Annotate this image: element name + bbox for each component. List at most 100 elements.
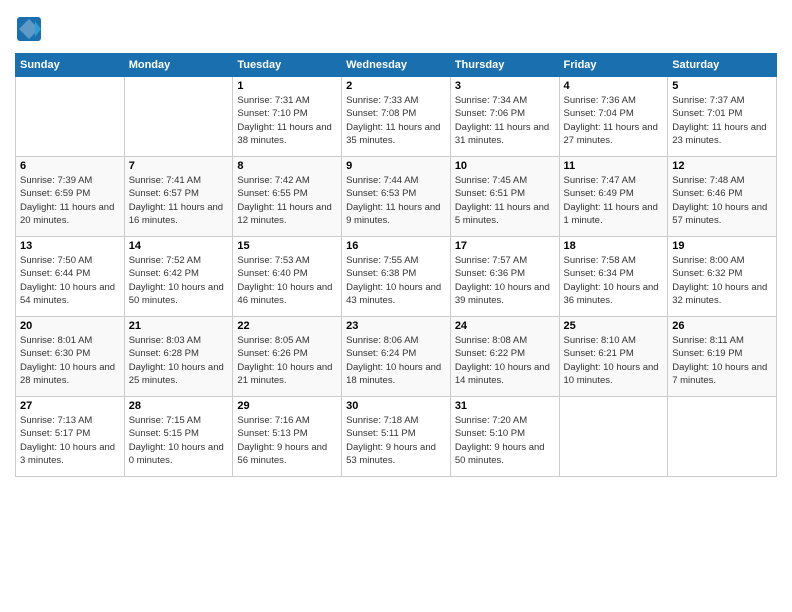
calendar-day-cell: 24 Sunrise: 8:08 AM Sunset: 6:22 PM Dayli…: [450, 317, 559, 397]
calendar-day-cell: 27 Sunrise: 7:13 AM Sunset: 5:17 PM Dayli…: [16, 397, 125, 477]
day-info: Sunrise: 7:41 AM Sunset: 6:57 PM Dayligh…: [129, 174, 229, 227]
day-info: Sunrise: 7:48 AM Sunset: 6:46 PM Dayligh…: [672, 174, 772, 227]
day-info: Sunrise: 8:05 AM Sunset: 6:26 PM Dayligh…: [237, 334, 337, 387]
calendar-day-cell: [124, 77, 233, 157]
calendar-day-cell: 18 Sunrise: 7:58 AM Sunset: 6:34 PM Dayli…: [559, 237, 668, 317]
calendar-day-cell: 3Sunrise: 7:34 AM Sunset: 7:06 PM Daylig…: [450, 77, 559, 157]
day-number: 20: [20, 320, 120, 332]
day-number: 21: [129, 320, 229, 332]
day-number: 16: [346, 240, 446, 252]
calendar-day-cell: [16, 77, 125, 157]
calendar-day-cell: 8 Sunrise: 7:42 AM Sunset: 6:55 PM Daylig…: [233, 157, 342, 237]
calendar-day-cell: 10 Sunrise: 7:45 AM Sunset: 6:51 PM Dayli…: [450, 157, 559, 237]
calendar-day-cell: 22 Sunrise: 8:05 AM Sunset: 6:26 PM Dayli…: [233, 317, 342, 397]
calendar-day-cell: 11 Sunrise: 7:47 AM Sunset: 6:49 PM Dayli…: [559, 157, 668, 237]
day-info: Sunrise: 7:31 AM Sunset: 7:10 PM Dayligh…: [237, 94, 337, 147]
day-number: 10: [455, 160, 555, 172]
day-info: Sunrise: 8:06 AM Sunset: 6:24 PM Dayligh…: [346, 334, 446, 387]
day-info: Sunrise: 7:58 AM Sunset: 6:34 PM Dayligh…: [564, 254, 664, 307]
day-info: Sunrise: 8:01 AM Sunset: 6:30 PM Dayligh…: [20, 334, 120, 387]
day-info: Sunrise: 7:37 AM Sunset: 7:01 PM Dayligh…: [672, 94, 772, 147]
day-number: 29: [237, 400, 337, 412]
day-info: Sunrise: 8:08 AM Sunset: 6:22 PM Dayligh…: [455, 334, 555, 387]
calendar-day-cell: [559, 397, 668, 477]
day-number: 24: [455, 320, 555, 332]
header-sunday: Sunday: [16, 54, 125, 77]
day-info: Sunrise: 7:16 AM Sunset: 5:13 PM Dayligh…: [237, 414, 337, 467]
day-info: Sunrise: 7:13 AM Sunset: 5:17 PM Dayligh…: [20, 414, 120, 467]
day-info: Sunrise: 7:33 AM Sunset: 7:08 PM Dayligh…: [346, 94, 446, 147]
day-info: Sunrise: 7:57 AM Sunset: 6:36 PM Dayligh…: [455, 254, 555, 307]
day-info: Sunrise: 7:47 AM Sunset: 6:49 PM Dayligh…: [564, 174, 664, 227]
header-thursday: Thursday: [450, 54, 559, 77]
header-wednesday: Wednesday: [342, 54, 451, 77]
day-info: Sunrise: 8:10 AM Sunset: 6:21 PM Dayligh…: [564, 334, 664, 387]
calendar-day-cell: [668, 397, 777, 477]
day-number: 7: [129, 160, 229, 172]
calendar-day-cell: 16 Sunrise: 7:55 AM Sunset: 6:38 PM Dayli…: [342, 237, 451, 317]
day-number: 13: [20, 240, 120, 252]
day-number: 11: [564, 160, 664, 172]
day-number: 22: [237, 320, 337, 332]
day-number: 9: [346, 160, 446, 172]
day-info: Sunrise: 7:45 AM Sunset: 6:51 PM Dayligh…: [455, 174, 555, 227]
calendar-week-row: 6Sunrise: 7:39 AM Sunset: 6:59 PM Daylig…: [16, 157, 777, 237]
weekday-header-row: Sunday Monday Tuesday Wednesday Thursday…: [16, 54, 777, 77]
day-info: Sunrise: 7:36 AM Sunset: 7:04 PM Dayligh…: [564, 94, 664, 147]
calendar-day-cell: 25 Sunrise: 8:10 AM Sunset: 6:21 PM Dayli…: [559, 317, 668, 397]
day-number: 18: [564, 240, 664, 252]
day-info: Sunrise: 7:18 AM Sunset: 5:11 PM Dayligh…: [346, 414, 446, 467]
day-info: Sunrise: 8:11 AM Sunset: 6:19 PM Dayligh…: [672, 334, 772, 387]
day-number: 12: [672, 160, 772, 172]
header-friday: Friday: [559, 54, 668, 77]
calendar-day-cell: 29 Sunrise: 7:16 AM Sunset: 5:13 PM Dayli…: [233, 397, 342, 477]
header-monday: Monday: [124, 54, 233, 77]
day-number: 25: [564, 320, 664, 332]
calendar-day-cell: 20 Sunrise: 8:01 AM Sunset: 6:30 PM Dayli…: [16, 317, 125, 397]
day-info: Sunrise: 8:00 AM Sunset: 6:32 PM Dayligh…: [672, 254, 772, 307]
calendar-day-cell: 7 Sunrise: 7:41 AM Sunset: 6:57 PM Daylig…: [124, 157, 233, 237]
day-number: 15: [237, 240, 337, 252]
day-info: Sunrise: 7:55 AM Sunset: 6:38 PM Dayligh…: [346, 254, 446, 307]
day-number: 19: [672, 240, 772, 252]
calendar-day-cell: 4Sunrise: 7:36 AM Sunset: 7:04 PM Daylig…: [559, 77, 668, 157]
day-number: 5: [672, 80, 772, 92]
calendar-week-row: 20 Sunrise: 8:01 AM Sunset: 6:30 PM Dayli…: [16, 317, 777, 397]
logo: [15, 15, 47, 43]
day-number: 30: [346, 400, 446, 412]
day-number: 26: [672, 320, 772, 332]
day-number: 8: [237, 160, 337, 172]
day-number: 23: [346, 320, 446, 332]
day-info: Sunrise: 7:34 AM Sunset: 7:06 PM Dayligh…: [455, 94, 555, 147]
day-number: 6: [20, 160, 120, 172]
day-info: Sunrise: 7:53 AM Sunset: 6:40 PM Dayligh…: [237, 254, 337, 307]
calendar-day-cell: 2 Sunrise: 7:33 AM Sunset: 7:08 PM Daylig…: [342, 77, 451, 157]
calendar-day-cell: 5 Sunrise: 7:37 AM Sunset: 7:01 PM Daylig…: [668, 77, 777, 157]
header-saturday: Saturday: [668, 54, 777, 77]
calendar-day-cell: 15 Sunrise: 7:53 AM Sunset: 6:40 PM Dayli…: [233, 237, 342, 317]
calendar-day-cell: 13Sunrise: 7:50 AM Sunset: 6:44 PM Dayli…: [16, 237, 125, 317]
calendar-day-cell: 26 Sunrise: 8:11 AM Sunset: 6:19 PM Dayli…: [668, 317, 777, 397]
calendar-day-cell: 12 Sunrise: 7:48 AM Sunset: 6:46 PM Dayli…: [668, 157, 777, 237]
calendar: Sunday Monday Tuesday Wednesday Thursday…: [15, 53, 777, 477]
logo-icon: [15, 15, 43, 43]
day-number: 31: [455, 400, 555, 412]
header-tuesday: Tuesday: [233, 54, 342, 77]
day-info: Sunrise: 7:44 AM Sunset: 6:53 PM Dayligh…: [346, 174, 446, 227]
calendar-day-cell: 1 Sunrise: 7:31 AM Sunset: 7:10 PM Daylig…: [233, 77, 342, 157]
day-number: 14: [129, 240, 229, 252]
calendar-day-cell: 28Sunrise: 7:15 AM Sunset: 5:15 PM Dayli…: [124, 397, 233, 477]
calendar-day-cell: 23 Sunrise: 8:06 AM Sunset: 6:24 PM Dayli…: [342, 317, 451, 397]
calendar-day-cell: 21Sunrise: 8:03 AM Sunset: 6:28 PM Dayli…: [124, 317, 233, 397]
day-number: 27: [20, 400, 120, 412]
calendar-week-row: 13Sunrise: 7:50 AM Sunset: 6:44 PM Dayli…: [16, 237, 777, 317]
day-number: 1: [237, 80, 337, 92]
calendar-week-row: 1 Sunrise: 7:31 AM Sunset: 7:10 PM Daylig…: [16, 77, 777, 157]
day-number: 2: [346, 80, 446, 92]
day-info: Sunrise: 7:42 AM Sunset: 6:55 PM Dayligh…: [237, 174, 337, 227]
calendar-day-cell: 17 Sunrise: 7:57 AM Sunset: 6:36 PM Dayli…: [450, 237, 559, 317]
calendar-day-cell: 31Sunrise: 7:20 AM Sunset: 5:10 PM Dayli…: [450, 397, 559, 477]
calendar-day-cell: 6Sunrise: 7:39 AM Sunset: 6:59 PM Daylig…: [16, 157, 125, 237]
day-number: 17: [455, 240, 555, 252]
calendar-day-cell: 9 Sunrise: 7:44 AM Sunset: 6:53 PM Daylig…: [342, 157, 451, 237]
